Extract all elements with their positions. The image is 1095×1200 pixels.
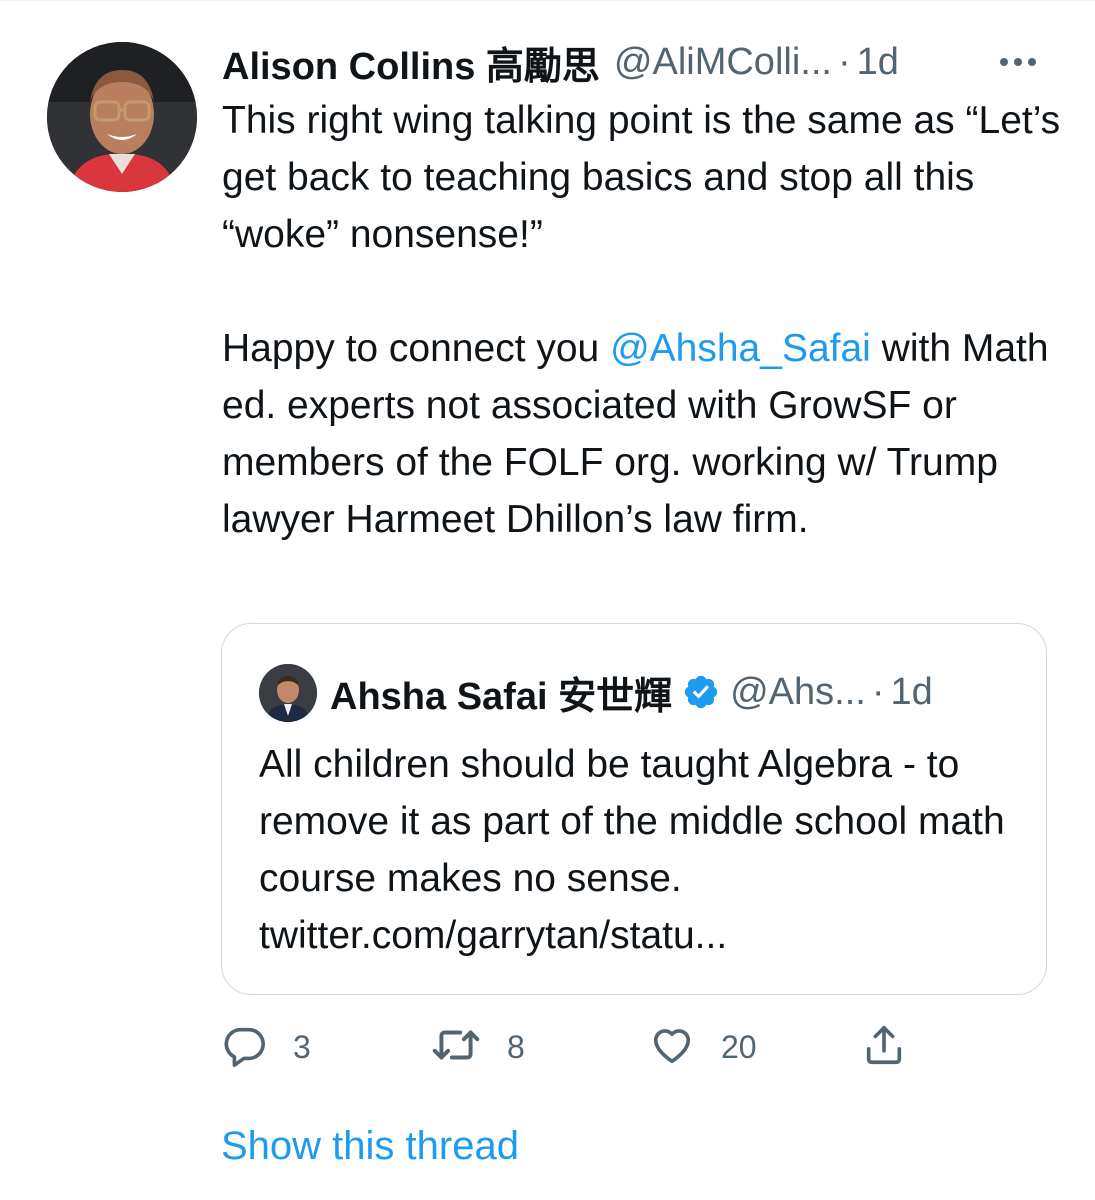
mention-link[interactable]: @Ahsha_Safai bbox=[610, 327, 871, 370]
quoted-author-avatar bbox=[259, 664, 317, 722]
retweet-count: 8 bbox=[507, 1028, 525, 1065]
quoted-tweet-text: All children should be taught Algebra - … bbox=[259, 743, 1005, 957]
reply-button[interactable]: 3 bbox=[221, 1022, 311, 1072]
share-button[interactable] bbox=[861, 1022, 907, 1072]
tweet-timestamp[interactable]: 1d bbox=[857, 41, 899, 84]
quoted-separator-dot: · bbox=[871, 670, 885, 713]
reply-count: 3 bbox=[293, 1028, 311, 1065]
like-count: 20 bbox=[721, 1028, 757, 1065]
retweet-icon bbox=[431, 1022, 481, 1073]
tweet-text: This right wing talking point is the sam… bbox=[222, 92, 1072, 548]
share-icon bbox=[861, 1022, 907, 1073]
paragraph-2-lead: Happy to connect you bbox=[222, 327, 611, 370]
quoted-tweet-timestamp: 1d bbox=[890, 670, 933, 713]
verified-badge-icon bbox=[682, 673, 720, 711]
tweet-paragraph-2: Happy to connect you @Ahsha_Safai with M… bbox=[222, 320, 1072, 548]
show-thread-link[interactable]: Show this thread bbox=[221, 1124, 519, 1169]
tweet[interactable]: Alison Collins 高勵思 @AliMColli... · 1d Th… bbox=[0, 0, 1095, 1200]
more-horizontal-icon[interactable] bbox=[1000, 58, 1036, 66]
quoted-tweet-header: Ahsha Safai 安世輝 @Ahs... · 1d bbox=[330, 666, 933, 718]
reply-icon bbox=[221, 1022, 267, 1073]
like-button[interactable]: 20 bbox=[649, 1022, 757, 1072]
author-avatar[interactable] bbox=[47, 42, 197, 192]
tweet-header: Alison Collins 高勵思 @AliMColli... · 1d bbox=[222, 36, 899, 88]
quoted-author-display-name: Ahsha Safai 安世輝 bbox=[330, 675, 673, 718]
tweet-paragraph-1: This right wing talking point is the sam… bbox=[222, 99, 1061, 256]
author-display-name[interactable]: Alison Collins 高勵思 bbox=[222, 35, 600, 90]
heart-icon bbox=[649, 1022, 695, 1073]
author-handle[interactable]: @AliMColli... bbox=[614, 41, 832, 84]
quoted-author-handle: @Ahs... bbox=[730, 670, 866, 713]
tweet-actions: 3 8 20 bbox=[221, 1022, 921, 1072]
separator-dot: · bbox=[837, 40, 851, 83]
retweet-button[interactable]: 8 bbox=[431, 1022, 525, 1072]
quoted-tweet[interactable]: Ahsha Safai 安世輝 @Ahs... · 1d All childre… bbox=[221, 623, 1047, 995]
